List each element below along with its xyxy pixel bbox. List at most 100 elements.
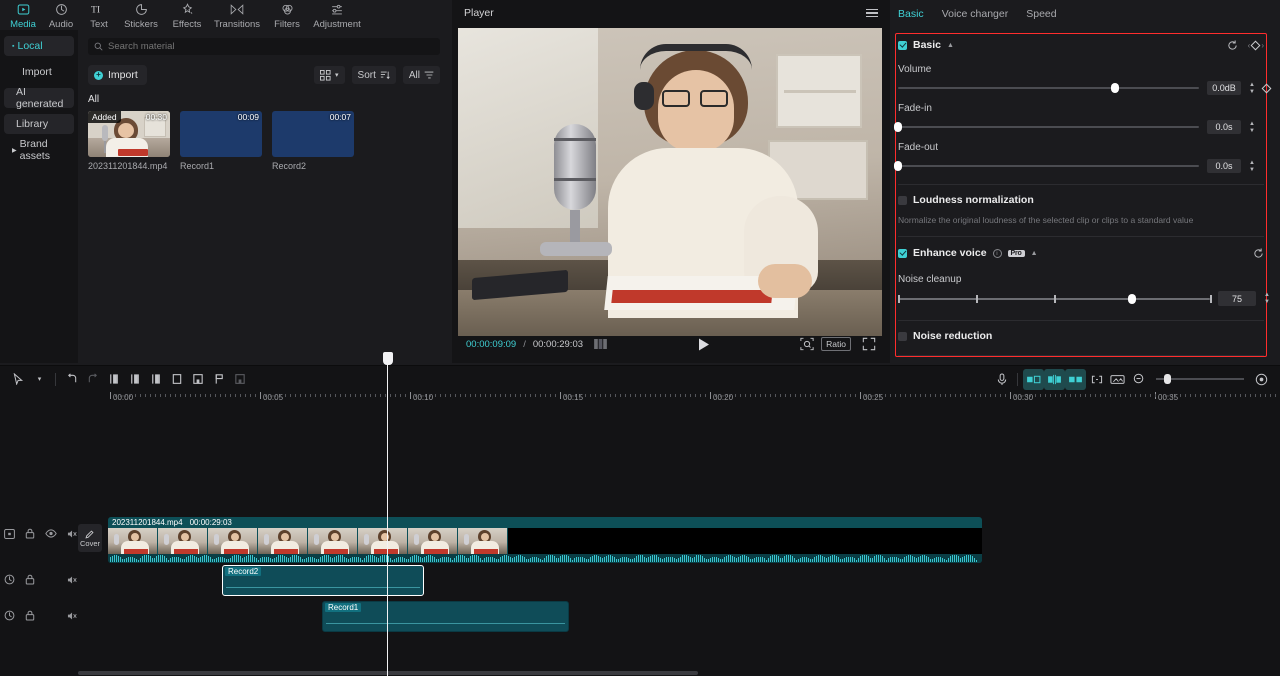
sidebar-item-ai-generated[interactable]: AI generated bbox=[4, 86, 74, 110]
timeline-scrollbar[interactable] bbox=[78, 671, 1228, 675]
trim-left-icon[interactable] bbox=[124, 369, 145, 390]
tab-media[interactable]: Media bbox=[4, 0, 42, 30]
tab-effects[interactable]: Effects bbox=[164, 0, 210, 30]
ratio-button[interactable]: Ratio bbox=[821, 337, 852, 351]
lane-mute-icon[interactable] bbox=[67, 611, 78, 621]
noise-reduction-checkbox[interactable] bbox=[898, 331, 907, 341]
fadeout-slider-knob[interactable] bbox=[894, 161, 902, 171]
delete-icon[interactable] bbox=[166, 369, 187, 390]
ripple-edit-icon[interactable] bbox=[1065, 368, 1086, 390]
fadeout-stepper[interactable]: ▲ ▼ bbox=[1249, 160, 1255, 173]
noise-reduction-section-header[interactable]: Noise reduction bbox=[898, 325, 1270, 347]
media-thumbnail[interactable]: Added 00:30 bbox=[88, 111, 170, 157]
loudness-checkbox[interactable] bbox=[898, 195, 907, 205]
video-preview[interactable] bbox=[458, 28, 882, 336]
grid-view-button[interactable]: ▾ bbox=[314, 66, 345, 84]
zoom-slider[interactable] bbox=[1156, 374, 1244, 384]
lane-lock-icon[interactable] bbox=[25, 528, 35, 539]
media-item-video[interactable]: Added 00:30 202311201844.mp4 bbox=[88, 111, 170, 171]
fadeout-slider[interactable] bbox=[894, 161, 1200, 171]
fadeout-value[interactable]: 0.0s bbox=[1207, 159, 1242, 173]
sidebar-item-import[interactable]: Import bbox=[4, 62, 74, 82]
timeline-clip-video[interactable]: 202311201844.mp4 00:00:29:03 bbox=[108, 517, 982, 563]
lane-audio-icon[interactable] bbox=[4, 610, 15, 621]
timeline-clip-record2[interactable]: Record2 bbox=[222, 565, 424, 596]
player-menu-icon[interactable] bbox=[866, 8, 878, 18]
noise-cleanup-slider-knob[interactable] bbox=[1128, 293, 1137, 304]
smart-edit-icon[interactable] bbox=[1044, 368, 1065, 390]
info-icon[interactable]: i bbox=[992, 248, 1002, 258]
media-thumbnail[interactable]: 00:09 bbox=[180, 111, 262, 157]
volume-slider[interactable] bbox=[898, 83, 1200, 93]
volume-stepper[interactable]: ▲ ▼ bbox=[1249, 82, 1255, 95]
lane-audio-icon[interactable] bbox=[4, 574, 15, 585]
play-button[interactable] bbox=[698, 338, 710, 351]
select-tool-dropdown-icon[interactable]: ▾ bbox=[29, 369, 50, 390]
noise-cleanup-slider[interactable] bbox=[898, 293, 1212, 304]
chevron-up-icon[interactable]: ▲ bbox=[1031, 250, 1038, 257]
sidebar-item-library[interactable]: Library bbox=[4, 114, 74, 134]
volume-value[interactable]: 0.0dB bbox=[1207, 81, 1242, 95]
search-bar[interactable] bbox=[88, 38, 440, 55]
magnify-preview-icon[interactable] bbox=[800, 337, 814, 351]
zoom-out-icon[interactable] bbox=[1128, 369, 1149, 390]
tab-voice-changer[interactable]: Voice changer bbox=[942, 8, 1009, 20]
volume-slider-knob[interactable] bbox=[1110, 83, 1119, 93]
playhead-handle[interactable] bbox=[382, 352, 393, 365]
lane-visibility-icon[interactable] bbox=[45, 529, 57, 538]
zoom-in-icon[interactable] bbox=[1251, 369, 1272, 390]
pro-badge[interactable]: Pro bbox=[1007, 249, 1025, 257]
loudness-section-header[interactable]: Loudness normalization bbox=[898, 189, 1270, 211]
tab-text[interactable]: TI Text bbox=[80, 0, 118, 30]
basic-checkbox[interactable] bbox=[898, 40, 907, 50]
thumbnail-toggle-icon[interactable] bbox=[1107, 369, 1128, 390]
undo-icon[interactable] bbox=[61, 369, 82, 390]
import-button[interactable]: + Import bbox=[88, 65, 147, 85]
lane-mute-icon[interactable] bbox=[67, 529, 78, 539]
media-item-record1[interactable]: 00:09 Record1 bbox=[180, 111, 262, 171]
lane-mute-icon[interactable] bbox=[67, 575, 78, 585]
tab-adjustment[interactable]: Adjustment bbox=[310, 0, 364, 30]
tab-transitions[interactable]: Transitions bbox=[210, 0, 264, 30]
timeline-ruler[interactable]: 00:00 00:05 00:10 00:15 00:20 00:25 00:3… bbox=[0, 392, 1280, 406]
freeze-frame-icon[interactable] bbox=[187, 369, 208, 390]
timecode-toggle-icon[interactable] bbox=[594, 339, 607, 349]
zoom-slider-knob[interactable] bbox=[1164, 374, 1171, 384]
link-clips-icon[interactable] bbox=[1086, 369, 1107, 390]
fadein-value[interactable]: 0.0s bbox=[1207, 120, 1242, 134]
trim-right-icon[interactable] bbox=[145, 369, 166, 390]
fadein-slider[interactable] bbox=[894, 122, 1200, 132]
cover-button[interactable]: Cover bbox=[78, 524, 102, 552]
timeline-clip-record1[interactable]: Record1 bbox=[322, 601, 569, 632]
sidebar-item-local[interactable]: ▪ Local bbox=[4, 36, 74, 56]
tab-audio[interactable]: Audio bbox=[42, 0, 80, 30]
media-thumbnail[interactable]: 00:07 bbox=[272, 111, 354, 157]
category-all-label[interactable]: All bbox=[88, 94, 440, 105]
filter-button[interactable]: All bbox=[402, 66, 440, 84]
marker-icon[interactable] bbox=[208, 369, 229, 390]
lane-thumbnail-icon[interactable] bbox=[4, 528, 15, 539]
reset-icon[interactable] bbox=[1227, 40, 1238, 51]
search-input[interactable] bbox=[108, 41, 434, 52]
sort-button[interactable]: Sort bbox=[351, 66, 396, 84]
reset-icon[interactable] bbox=[1253, 248, 1264, 259]
tab-filters[interactable]: Filters bbox=[264, 0, 310, 30]
volume-keyframe-icon[interactable] bbox=[1261, 83, 1272, 93]
select-tool-icon[interactable] bbox=[8, 369, 29, 390]
media-item-record2[interactable]: 00:07 Record2 bbox=[272, 111, 354, 171]
redo-icon[interactable] bbox=[82, 369, 103, 390]
lane-lock-icon[interactable] bbox=[25, 610, 35, 621]
record-voiceover-icon[interactable] bbox=[991, 369, 1012, 390]
fullscreen-icon[interactable] bbox=[862, 337, 876, 351]
fadein-stepper[interactable]: ▲ ▼ bbox=[1249, 121, 1255, 134]
fadein-slider-knob[interactable] bbox=[894, 122, 902, 132]
playhead[interactable] bbox=[382, 352, 393, 676]
split-icon[interactable] bbox=[103, 369, 124, 390]
keyframe-control[interactable]: ‹ › bbox=[1248, 40, 1264, 50]
lane-lock-icon[interactable] bbox=[25, 574, 35, 585]
tab-speed[interactable]: Speed bbox=[1026, 8, 1056, 20]
mirror-icon[interactable] bbox=[229, 369, 250, 390]
chevron-up-icon[interactable]: ▲ bbox=[947, 42, 954, 49]
sidebar-item-brand-assets[interactable]: ▶ Brand assets bbox=[4, 138, 74, 162]
noise-cleanup-stepper[interactable]: ▲ ▼ bbox=[1264, 292, 1270, 305]
